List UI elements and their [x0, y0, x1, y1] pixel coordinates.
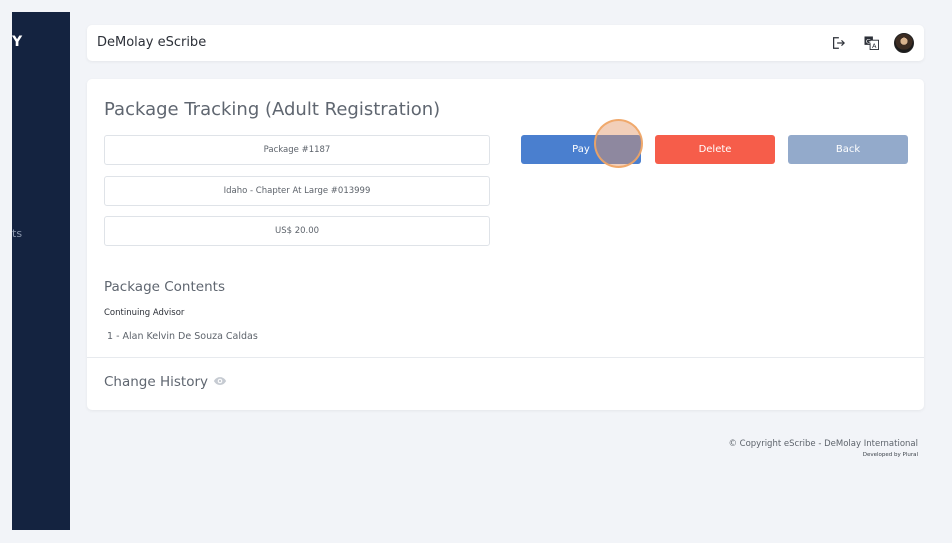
pay-button[interactable]: Pay: [521, 135, 641, 164]
sidebar-item-label[interactable]: ts: [12, 227, 22, 240]
package-contents-title: Package Contents: [104, 279, 225, 295]
contents-group-label: Continuing Advisor: [104, 308, 185, 318]
logout-icon[interactable]: [828, 33, 848, 53]
sidebar: Y ts: [12, 12, 70, 530]
translate-icon[interactable]: G A: [861, 33, 881, 53]
list-item: 1 - Alan Kelvin De Souza Caldas: [107, 331, 258, 342]
chapter-field: Idaho - Chapter At Large #013999: [104, 176, 490, 206]
package-number-field: Package #1187: [104, 135, 490, 165]
footer: © Copyright eScribe - DeMolay Internatio…: [728, 439, 918, 458]
avatar[interactable]: [894, 33, 914, 53]
top-bar: DeMolay eScribe G A: [87, 25, 924, 61]
sidebar-logo[interactable]: Y: [12, 34, 22, 50]
back-button[interactable]: Back: [788, 135, 908, 164]
change-history-title: Change History: [104, 374, 209, 390]
delete-button[interactable]: Delete: [655, 135, 775, 164]
package-card: Package Tracking (Adult Registration) Pa…: [87, 79, 924, 410]
svg-text:G: G: [865, 37, 870, 45]
credits-link[interactable]: Developed by Plural: [728, 452, 918, 458]
eye-icon[interactable]: [213, 374, 227, 390]
copyright-text: © Copyright eScribe - DeMolay Internatio…: [728, 439, 918, 449]
header-actions: G A: [828, 33, 914, 53]
change-history-toggle[interactable]: Change History: [104, 374, 227, 390]
divider: [87, 357, 924, 358]
amount-field: US$ 20.00: [104, 216, 490, 246]
svg-text:A: A: [871, 42, 876, 50]
page-title: Package Tracking (Adult Registration): [104, 99, 441, 120]
app-title[interactable]: DeMolay eScribe: [97, 35, 206, 50]
